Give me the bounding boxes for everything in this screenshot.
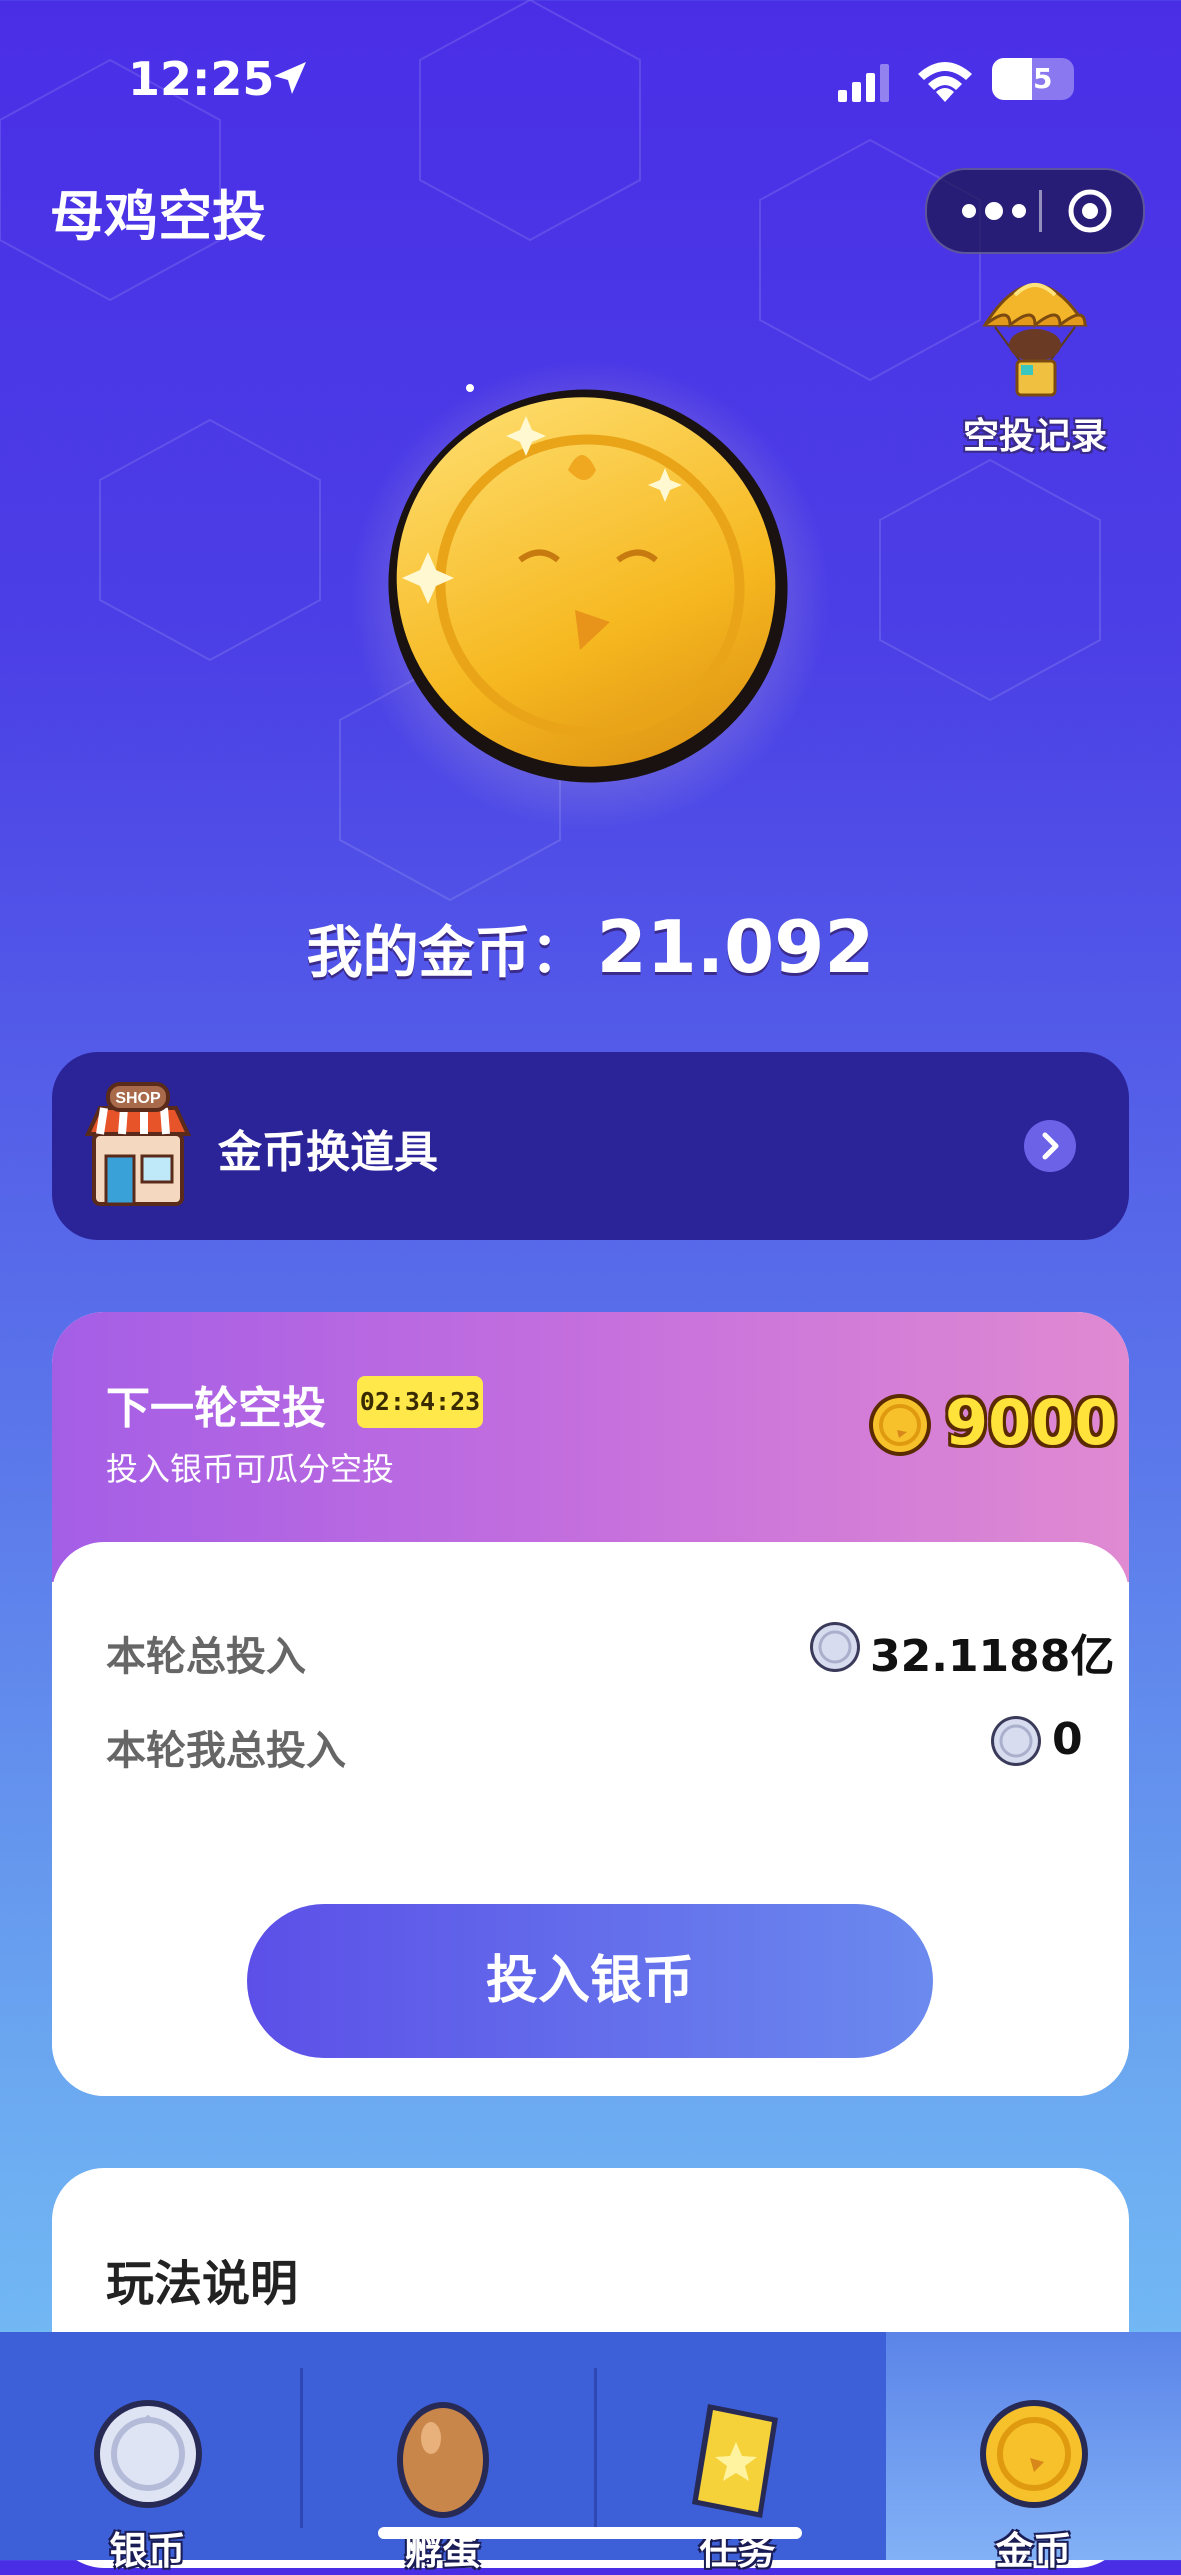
gold-coin-icon <box>869 1394 931 1456</box>
exchange-props-label: 金币换道具 <box>218 1127 438 1178</box>
wifi-icon <box>918 62 972 102</box>
next-airdrop-title: 下一轮空投 <box>106 1383 326 1434</box>
round-total-label: 本轮总投入 <box>106 1634 306 1680</box>
status-time: 12:25 <box>128 52 275 106</box>
ticket-star-icon <box>692 2404 778 2518</box>
svg-text:SHOP: SHOP <box>115 1090 161 1107</box>
round-total-value: 32.1188亿 <box>870 1631 1115 1682</box>
shop-icon: SHOP <box>84 1082 192 1206</box>
egg-icon <box>397 2402 489 2518</box>
status-bar: 12:25 25 <box>0 0 1181 150</box>
airdrop-prize-value: 9000 <box>945 1386 1118 1459</box>
capsule-divider <box>1039 190 1042 232</box>
countdown-badge: 02:34:23 <box>357 1376 483 1428</box>
silver-coin-icon <box>94 2400 202 2508</box>
silver-coin-icon <box>810 1622 860 1672</box>
home-indicator <box>378 2527 802 2539</box>
gold-balance: 我的金币： 21.092 <box>0 905 1181 989</box>
tab-gold-label: 金币 <box>995 2529 1072 2573</box>
investment-panel: 本轮总投入 32.1188亿 本轮我总投入 0 投入银币 <box>52 1542 1129 2096</box>
invest-silver-button[interactable]: 投入银币 <box>247 1904 933 2058</box>
battery-level: 25 <box>1013 62 1053 95</box>
cellular-signal-icon <box>838 64 889 102</box>
rules-title: 玩法说明 <box>106 2256 299 2312</box>
my-total-value: 0 <box>1052 1714 1083 1765</box>
tab-task[interactable]: 任务 <box>590 2332 885 2573</box>
airdrop-record-label: 空投记录 <box>962 416 1107 457</box>
next-airdrop-card: 下一轮空投 02:34:23 投入银币可瓜分空投 9000 本轮总投入 32.1… <box>52 1312 1129 2096</box>
silver-coin-icon <box>991 1716 1041 1766</box>
miniprogram-capsule <box>925 168 1145 254</box>
close-target-icon[interactable] <box>1067 188 1113 234</box>
chevron-right-icon <box>1024 1120 1076 1172</box>
battery-indicator: 25 <box>992 58 1074 100</box>
tab-silver-label: 银币 <box>109 2529 186 2573</box>
exchange-props-button[interactable]: SHOP 金币换道具 <box>52 1052 1129 1240</box>
my-total-label: 本轮我总投入 <box>106 1728 346 1774</box>
parachute-chest-icon <box>982 283 1088 397</box>
tab-silver[interactable]: 银币 <box>0 2332 295 2573</box>
airdrop-record-button[interactable]: 空投记录 <box>955 265 1115 465</box>
bottom-tab-bar: 银币 孵蛋 任务 金币 <box>0 2332 1181 2573</box>
page-title: 母鸡空投 <box>50 185 266 248</box>
gold-balance-label: 我的金币： <box>306 921 587 986</box>
gold-coin-icon <box>980 2400 1088 2508</box>
more-dots-icon[interactable] <box>959 196 1029 226</box>
next-airdrop-subtitle: 投入银币可瓜分空投 <box>106 1450 395 1488</box>
gold-chicken-coin-icon <box>350 360 830 830</box>
tab-gold[interactable]: 金币 <box>886 2332 1181 2573</box>
gold-balance-value: 21.092 <box>596 905 875 989</box>
tab-hatch[interactable]: 孵蛋 <box>295 2332 590 2573</box>
location-arrow-icon <box>274 62 306 94</box>
